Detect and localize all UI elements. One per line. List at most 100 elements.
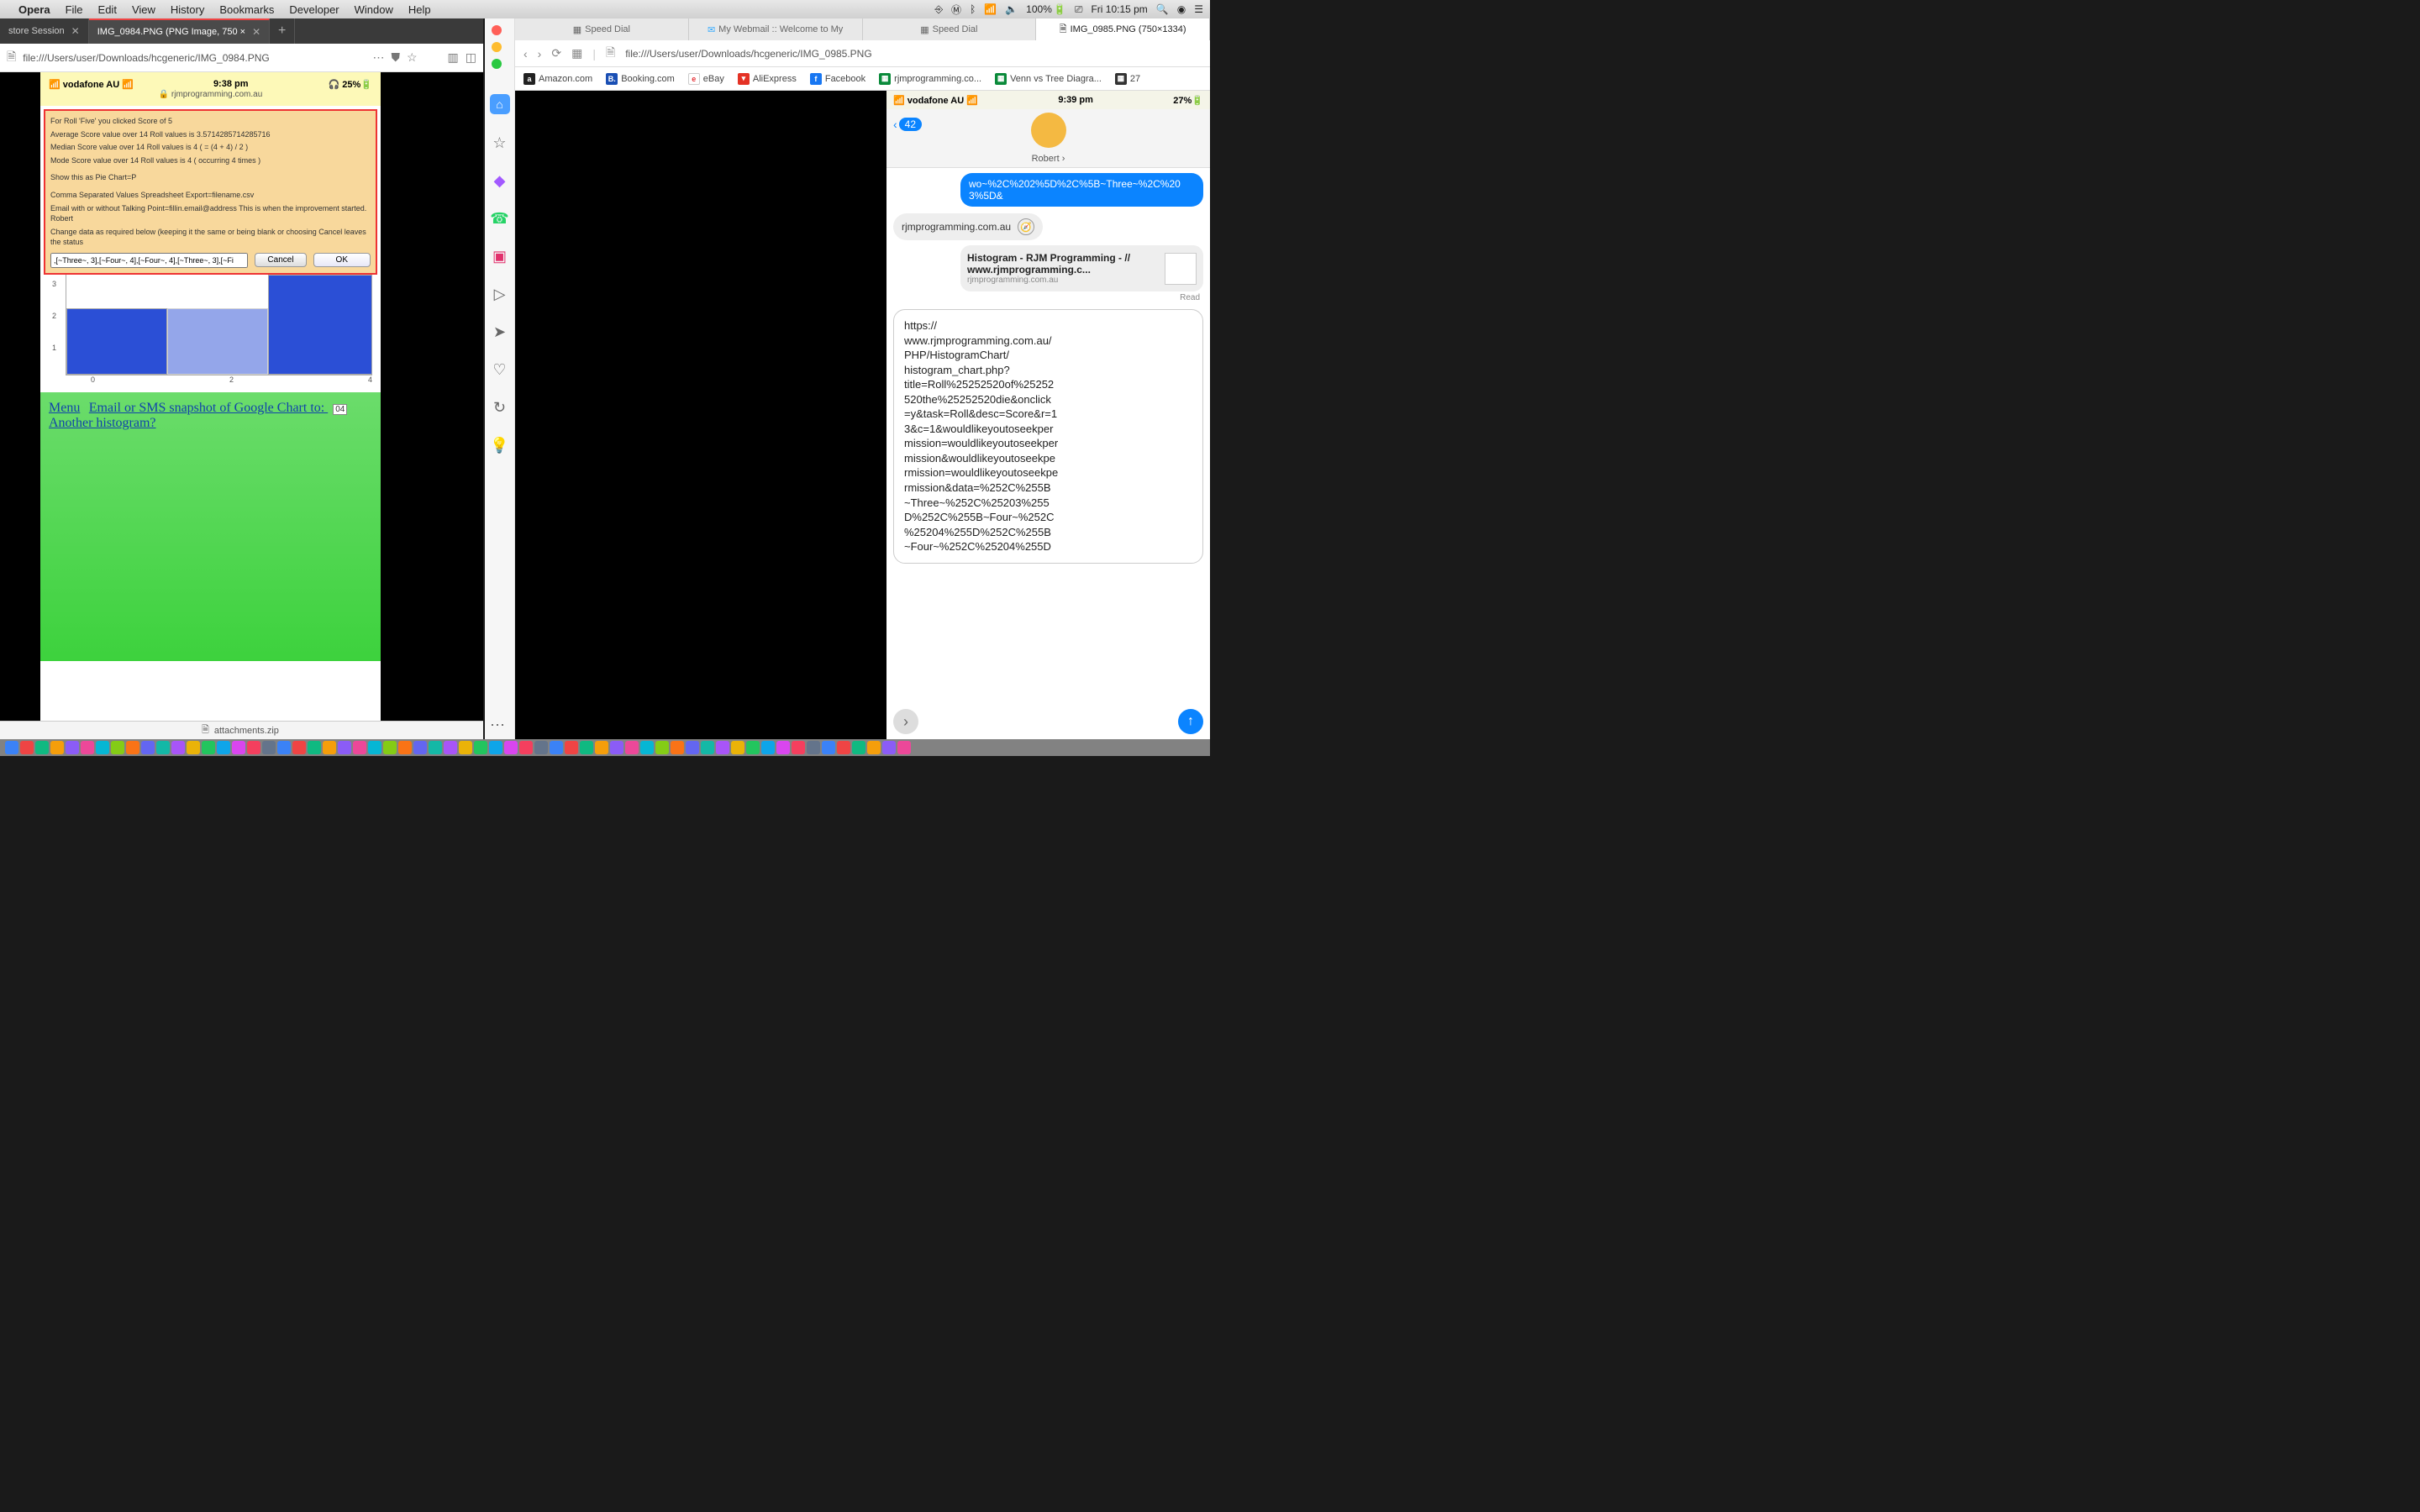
dock-app-icon[interactable] bbox=[187, 741, 200, 754]
dock-app-icon[interactable] bbox=[353, 741, 366, 754]
bluetooth-icon[interactable]: ᛒ bbox=[970, 3, 976, 15]
star-icon[interactable]: ☆ bbox=[492, 134, 506, 152]
menu-bookmarks[interactable]: Bookmarks bbox=[219, 3, 274, 16]
dock-app-icon[interactable] bbox=[232, 741, 245, 754]
dock-app-icon[interactable] bbox=[217, 741, 230, 754]
dock-app-icon[interactable] bbox=[262, 741, 276, 754]
dock-app-icon[interactable] bbox=[519, 741, 533, 754]
dock-app-icon[interactable] bbox=[338, 741, 351, 754]
close-window-button[interactable] bbox=[492, 25, 502, 35]
dock-app-icon[interactable] bbox=[580, 741, 593, 754]
menu-edit[interactable]: Edit bbox=[98, 3, 117, 16]
play-icon[interactable]: ▷ bbox=[494, 286, 506, 303]
dock-app-icon[interactable] bbox=[534, 741, 548, 754]
sidebar-icon[interactable]: ▥ bbox=[448, 50, 459, 65]
dock-app-icon[interactable] bbox=[111, 741, 124, 754]
heart-icon[interactable]: ♡ bbox=[492, 361, 506, 379]
dock-app-icon[interactable] bbox=[761, 741, 775, 754]
dock-app-icon[interactable] bbox=[308, 741, 321, 754]
dock-app-icon[interactable] bbox=[35, 741, 49, 754]
bookmark-ebay[interactable]: eeBay bbox=[688, 73, 724, 85]
new-tab-button[interactable]: + bbox=[270, 18, 295, 44]
home-icon[interactable]: ⌂ bbox=[490, 94, 510, 114]
dock-app-icon[interactable] bbox=[429, 741, 442, 754]
outgoing-message[interactable]: wo~%2C%202%5D%2C%5B~Three~%2C%203%5D& bbox=[960, 173, 1203, 207]
dock-app-icon[interactable] bbox=[565, 741, 578, 754]
dock-app-icon[interactable] bbox=[625, 741, 639, 754]
dock-app-icon[interactable] bbox=[141, 741, 155, 754]
notification-center-icon[interactable]: ☰ bbox=[1194, 3, 1203, 15]
prompt-input[interactable] bbox=[50, 253, 248, 268]
shield-icon[interactable]: ⛊ bbox=[391, 50, 400, 65]
download-filename[interactable]: attachments.zip bbox=[214, 726, 279, 736]
dock-app-icon[interactable] bbox=[247, 741, 260, 754]
menu-help[interactable]: Help bbox=[408, 3, 431, 16]
snapshot-icon[interactable]: ◫ bbox=[466, 50, 476, 65]
grid-icon[interactable]: ▦ bbox=[571, 46, 582, 60]
bulb-icon[interactable]: 💡 bbox=[490, 437, 508, 454]
dock-app-icon[interactable] bbox=[550, 741, 563, 754]
bookmark-facebook[interactable]: fFacebook bbox=[810, 73, 865, 85]
control-icon[interactable]: ⎚ bbox=[1075, 3, 1083, 16]
dock-app-icon[interactable] bbox=[323, 741, 336, 754]
incoming-message[interactable]: https:// www.rjmprogramming.com.au/ PHP/… bbox=[893, 309, 1203, 564]
bookmark-amazon[interactable]: aAmazon.com bbox=[523, 73, 592, 85]
bookmark-venn[interactable]: ▦Venn vs Tree Diagra... bbox=[995, 73, 1102, 85]
tab-img0985[interactable]: 🗎IMG_0985.PNG (750×1334) bbox=[1036, 18, 1210, 40]
contact-name[interactable]: Robert › bbox=[1032, 154, 1065, 164]
dock-app-icon[interactable] bbox=[5, 741, 18, 754]
bookmark-more[interactable]: ▦27 bbox=[1115, 73, 1140, 85]
bookmark-icon[interactable]: ☆ bbox=[407, 50, 418, 65]
status-icon[interactable]: Ⓜ bbox=[951, 3, 961, 17]
dock-app-icon[interactable] bbox=[655, 741, 669, 754]
dock-app-icon[interactable] bbox=[171, 741, 185, 754]
dock-app-icon[interactable] bbox=[444, 741, 457, 754]
clock[interactable]: Fri 10:15 pm bbox=[1091, 3, 1147, 15]
dock-app-icon[interactable] bbox=[413, 741, 427, 754]
dock-app-icon[interactable] bbox=[792, 741, 805, 754]
dock-app-icon[interactable] bbox=[595, 741, 608, 754]
bookmark-booking[interactable]: B.Booking.com bbox=[606, 73, 675, 85]
dock-app-icon[interactable] bbox=[459, 741, 472, 754]
dock-app-icon[interactable] bbox=[701, 741, 714, 754]
url-field[interactable]: file:///Users/user/Downloads/hcgeneric/I… bbox=[625, 48, 871, 60]
dock-app-icon[interactable] bbox=[20, 741, 34, 754]
close-icon[interactable]: ✕ bbox=[252, 26, 260, 38]
dock-app-icon[interactable] bbox=[746, 741, 760, 754]
dock-app-icon[interactable] bbox=[867, 741, 881, 754]
dock-app-icon[interactable] bbox=[822, 741, 835, 754]
menu-link[interactable]: Menu bbox=[49, 401, 80, 415]
send-button[interactable]: ↑ bbox=[1178, 709, 1203, 734]
volume-icon[interactable]: 🔈 bbox=[1005, 3, 1018, 15]
more-icon[interactable]: ⋯ bbox=[490, 717, 505, 734]
tab-webmail[interactable]: ✉My Webmail :: Welcome to My bbox=[689, 18, 863, 40]
dock-app-icon[interactable] bbox=[716, 741, 729, 754]
dock-app-icon[interactable] bbox=[671, 741, 684, 754]
bookmark-aliexpress[interactable]: ▾AliExpress bbox=[738, 73, 797, 85]
status-icon[interactable]: ⎆ bbox=[934, 3, 943, 16]
whatsapp-icon[interactable]: ☎ bbox=[490, 210, 508, 228]
dock-app-icon[interactable] bbox=[81, 741, 94, 754]
dock-app-icon[interactable] bbox=[202, 741, 215, 754]
cancel-button[interactable]: Cancel bbox=[255, 253, 306, 267]
dock-app-icon[interactable] bbox=[156, 741, 170, 754]
ok-button[interactable]: OK bbox=[313, 253, 371, 267]
forward-button[interactable]: › bbox=[538, 47, 542, 60]
url-field[interactable]: file:///Users/user/Downloads/hcgeneric/I… bbox=[23, 52, 366, 64]
back-button[interactable]: ‹ bbox=[523, 47, 528, 60]
email-link[interactable]: Email or SMS snapshot of Google Chart to… bbox=[89, 401, 328, 415]
menu-history[interactable]: History bbox=[171, 3, 204, 16]
dock-app-icon[interactable] bbox=[807, 741, 820, 754]
history-icon[interactable]: ↻ bbox=[493, 399, 506, 417]
dock-app-icon[interactable] bbox=[383, 741, 397, 754]
dock-app-icon[interactable] bbox=[96, 741, 109, 754]
siri-icon[interactable]: ◉ bbox=[1177, 3, 1186, 15]
link-preview[interactable]: Histogram - RJM Programming - // www.rjm… bbox=[960, 245, 1203, 291]
send-icon[interactable]: ➤ bbox=[493, 323, 506, 341]
close-icon[interactable]: ✕ bbox=[71, 25, 80, 37]
dock-app-icon[interactable] bbox=[837, 741, 850, 754]
dock-app-icon[interactable] bbox=[897, 741, 911, 754]
tab-img0984[interactable]: IMG_0984.PNG (PNG Image, 750 × ✕ bbox=[89, 18, 270, 44]
battery-status[interactable]: 100% 🔋 bbox=[1026, 3, 1066, 15]
dock-app-icon[interactable] bbox=[474, 741, 487, 754]
